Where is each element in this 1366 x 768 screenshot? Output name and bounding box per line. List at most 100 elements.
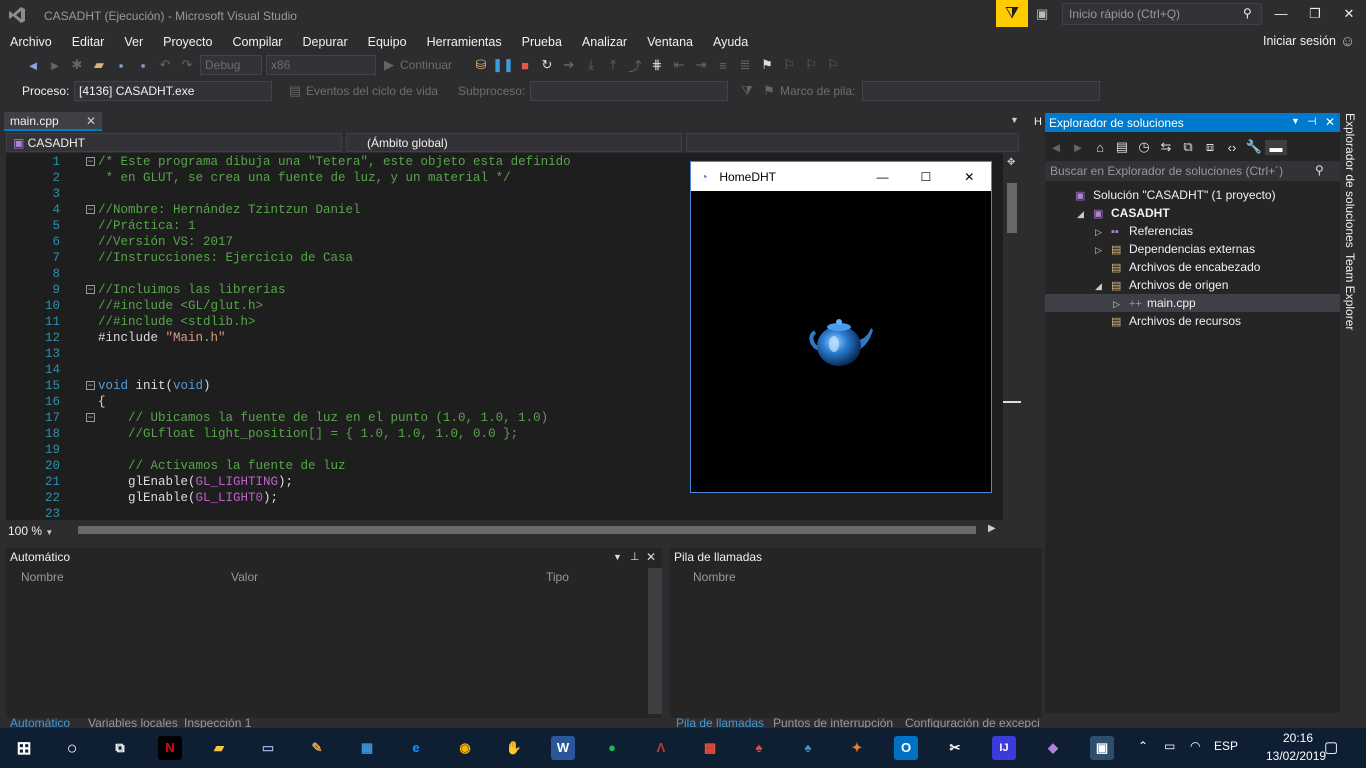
menu-ver[interactable]: Ver bbox=[114, 33, 153, 51]
back-icon[interactable]: ◄ bbox=[22, 58, 44, 73]
panel-menu-icon[interactable]: ▼ bbox=[1291, 116, 1300, 126]
hscroll-thumb[interactable] bbox=[78, 526, 976, 534]
tabs-dropdown-icon[interactable]: ▼ bbox=[1010, 115, 1019, 125]
notes-app-icon[interactable]: ▭ bbox=[256, 736, 280, 760]
lifecycle-events-button[interactable]: Eventos del ciclo de vida bbox=[306, 84, 458, 98]
edge-icon[interactable]: e bbox=[404, 736, 428, 760]
callstack-col-name[interactable]: Nombre bbox=[693, 570, 736, 584]
collapse-region-icon[interactable]: − bbox=[86, 205, 95, 214]
tool-app-icon[interactable]: ▩ bbox=[698, 736, 722, 760]
stop-icon[interactable]: ■ bbox=[514, 58, 536, 73]
code-line[interactable]: 23 bbox=[6, 506, 1003, 520]
redo-icon[interactable]: ↷ bbox=[176, 57, 198, 73]
project-nav-select[interactable]: ▣ CASADHT bbox=[6, 133, 342, 152]
start-icon[interactable]: ⊞ bbox=[12, 736, 36, 760]
cortana-icon[interactable]: ○ bbox=[60, 736, 84, 760]
autos-col-name[interactable]: Nombre bbox=[21, 570, 64, 584]
menu-prueba[interactable]: Prueba bbox=[512, 33, 572, 51]
collapse-all-icon[interactable]: ⧉ bbox=[1177, 139, 1199, 155]
menu-archivo[interactable]: Archivo bbox=[0, 33, 62, 51]
homedht-window[interactable]: ◔ HomeDHT — ☐ ✕ bbox=[690, 161, 992, 493]
scroll-thumb[interactable] bbox=[1007, 183, 1017, 233]
menu-ventana[interactable]: Ventana bbox=[637, 33, 703, 51]
homedht-maximize-button[interactable]: ☐ bbox=[904, 170, 947, 184]
collapse-region-icon[interactable]: − bbox=[86, 285, 95, 294]
clear-bookmarks-icon[interactable]: ⚐ bbox=[822, 57, 844, 73]
visual-studio-taskbar-icon[interactable]: ◆ bbox=[1041, 736, 1065, 760]
task-view-icon[interactable]: ⧉ bbox=[108, 736, 132, 760]
pending-changes-icon[interactable]: ◷ bbox=[1133, 139, 1155, 155]
uncomment-icon[interactable]: ≣ bbox=[734, 57, 756, 73]
feedback-icon[interactable]: ▣ bbox=[1036, 6, 1048, 22]
member-nav-select[interactable] bbox=[686, 133, 1019, 152]
show-all-files-icon[interactable]: ⧈ bbox=[1199, 139, 1221, 155]
intellij-icon[interactable]: IJ bbox=[992, 736, 1016, 760]
sol-search-icon[interactable]: ⚲ bbox=[1315, 163, 1324, 177]
split-icon[interactable]: ✥ bbox=[1007, 157, 1015, 168]
snip-tool-icon[interactable]: ✂ bbox=[943, 736, 967, 760]
play-icon[interactable]: ▶ bbox=[378, 57, 400, 73]
menu-depurar[interactable]: Depurar bbox=[292, 33, 357, 51]
notifications-filter-icon[interactable]: ⧩ bbox=[996, 0, 1028, 27]
wifi-icon[interactable]: ◠ bbox=[1190, 739, 1200, 753]
menu-editar[interactable]: Editar bbox=[62, 33, 115, 51]
tab-team-explorer[interactable]: Team Explorer bbox=[1343, 253, 1357, 330]
autos-menu-icon[interactable]: ▼ bbox=[613, 552, 622, 562]
pin-icon[interactable]: ⊣ bbox=[1307, 115, 1317, 128]
battery-icon[interactable]: ▭ bbox=[1164, 739, 1175, 753]
tree-item[interactable]: ▷ ++ main.cpp bbox=[1045, 294, 1340, 312]
homedht-minimize-button[interactable]: — bbox=[861, 170, 904, 184]
close-button[interactable]: ✕ bbox=[1334, 6, 1364, 22]
expand-arrow-icon[interactable]: ▷ bbox=[1095, 223, 1111, 241]
show-hidden-icons[interactable]: ⌃ bbox=[1138, 739, 1148, 753]
tree-item[interactable]: ▷ ▤ Dependencias externas bbox=[1045, 240, 1340, 258]
properties-icon[interactable]: 🔧 bbox=[1243, 139, 1265, 155]
sol-forward-icon[interactable]: ► bbox=[1067, 140, 1089, 155]
tree-item[interactable]: ◢ ▣ CASADHT bbox=[1045, 204, 1340, 222]
save-all-icon[interactable]: ▪ bbox=[132, 58, 154, 73]
clock-time[interactable]: 20:16 bbox=[1278, 731, 1318, 745]
homedht-titlebar[interactable]: ◔ HomeDHT — ☐ ✕ bbox=[691, 162, 991, 191]
solution-config-select[interactable]: Debug bbox=[200, 55, 262, 75]
side-tab-h[interactable]: H bbox=[1034, 116, 1042, 128]
expand-arrow-icon[interactable]: ◢ bbox=[1095, 277, 1111, 295]
menu-herramientas[interactable]: Herramientas bbox=[417, 33, 512, 51]
save-icon[interactable]: ▪ bbox=[110, 58, 132, 73]
account-icon[interactable]: ☺ bbox=[1340, 33, 1355, 50]
undo-icon[interactable]: ↶ bbox=[154, 57, 176, 73]
autos-pin-icon[interactable]: ⊥ bbox=[630, 550, 640, 563]
file-explorer-icon[interactable]: ▰ bbox=[207, 736, 231, 760]
tree-item[interactable]: ▤ Archivos de encabezado bbox=[1045, 258, 1340, 276]
tree-item[interactable]: ▷ ▪▪ Referencias bbox=[1045, 222, 1340, 240]
home-icon[interactable]: ⌂ bbox=[1089, 140, 1111, 155]
expand-arrow-icon[interactable]: ▷ bbox=[1095, 241, 1111, 259]
cards-app-icon[interactable]: ♠ bbox=[796, 736, 820, 760]
collapse-region-icon[interactable]: − bbox=[86, 157, 95, 166]
collapse-region-icon[interactable]: − bbox=[86, 413, 95, 422]
outlook-icon[interactable]: O bbox=[894, 736, 918, 760]
sol-back-icon[interactable]: ◄ bbox=[1045, 140, 1067, 155]
outdent-icon[interactable]: ⇤ bbox=[668, 57, 690, 73]
next-bookmark-icon[interactable]: ⚐ bbox=[800, 57, 822, 73]
find-icon[interactable]: ⛁ bbox=[470, 57, 492, 73]
close-tab-icon[interactable]: ✕ bbox=[86, 114, 96, 128]
homedht-close-button[interactable]: ✕ bbox=[948, 170, 991, 184]
pause-icon[interactable]: ❚❚ bbox=[492, 57, 514, 73]
forward-icon[interactable]: ► bbox=[44, 58, 66, 73]
tab-solution-explorer[interactable]: Explorador de soluciones bbox=[1343, 113, 1357, 248]
switch-views-icon[interactable]: ▤ bbox=[1111, 139, 1133, 155]
new-project-icon[interactable]: ✱ bbox=[66, 57, 88, 73]
step-over-icon[interactable]: ➔ bbox=[558, 57, 580, 73]
flag-threads-icon[interactable]: ⚑ bbox=[758, 83, 780, 99]
menu-proyecto[interactable]: Proyecto bbox=[153, 33, 222, 51]
system-info-icon[interactable]: ▦ bbox=[355, 736, 379, 760]
view-code-icon[interactable]: ‹› bbox=[1221, 140, 1243, 155]
scope-nav-select[interactable]: (Ámbito global) bbox=[346, 133, 682, 152]
action-center-icon[interactable]: ▢ bbox=[1324, 738, 1338, 756]
expand-arrow-icon[interactable]: ◢ bbox=[1077, 205, 1093, 223]
thread-filter-icon[interactable]: ⧩ bbox=[736, 83, 758, 99]
menu-analizar[interactable]: Analizar bbox=[572, 33, 637, 51]
autos-scrollbar[interactable] bbox=[648, 568, 662, 714]
collapse-region-icon[interactable]: − bbox=[86, 381, 95, 390]
menu-ayuda[interactable]: Ayuda bbox=[703, 33, 758, 51]
